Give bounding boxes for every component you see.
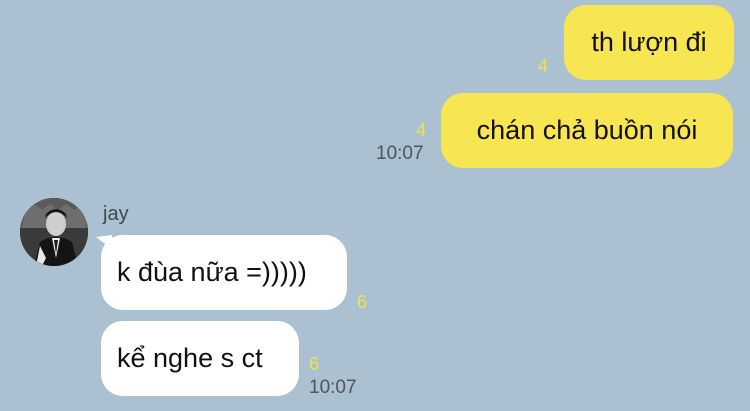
sender-avatar[interactable]: [20, 198, 88, 266]
incoming-message-bubble[interactable]: k đùa nữa =))))): [101, 235, 347, 310]
message-text: kể nghe s ct: [117, 343, 263, 373]
chat-window: th lượn đi 4 chán chả buồn nói 4 10:07 j…: [0, 0, 750, 411]
message-timestamp: 10:07: [376, 143, 424, 164]
message-text: th lượn đi: [591, 27, 707, 57]
outgoing-message-bubble[interactable]: th lượn đi: [564, 5, 734, 80]
message-text: k đùa nữa =))))): [117, 257, 307, 287]
sender-name: jay: [103, 203, 129, 225]
outgoing-message-bubble[interactable]: chán chả buồn nói: [441, 93, 733, 168]
unread-count: 6: [309, 354, 320, 374]
unread-count: 4: [538, 56, 549, 76]
message-text: chán chả buồn nói: [476, 115, 698, 145]
profile-photo-icon: [20, 198, 88, 266]
unread-count: 6: [357, 292, 368, 312]
incoming-message-bubble[interactable]: kể nghe s ct: [101, 321, 299, 396]
unread-count: 4: [416, 120, 427, 140]
message-timestamp: 10:07: [309, 377, 357, 398]
